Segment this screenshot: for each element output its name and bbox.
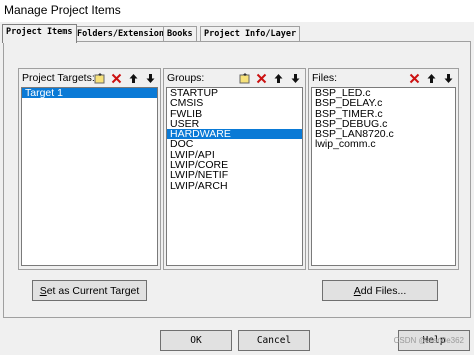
add-files-mnemonic: A	[353, 284, 361, 297]
project-targets-label: Project Targets:	[22, 72, 95, 84]
move-up-icon[interactable]	[271, 71, 286, 86]
move-down-icon[interactable]	[143, 71, 158, 86]
tab-project-items[interactable]: Project Items	[2, 24, 77, 43]
set-as-current-target-button[interactable]: Set as Current Target	[32, 280, 147, 301]
project-targets-toolbar	[90, 71, 158, 86]
delete-icon[interactable]	[109, 71, 124, 86]
files-list[interactable]: BSP_LED.c BSP_DELAY.c BSP_TIMER.c BSP_DE…	[311, 87, 456, 266]
ok-button[interactable]: OK	[160, 330, 232, 351]
files-label: Files:	[312, 72, 338, 84]
set-target-mnemonic: S	[39, 284, 47, 297]
project-targets-list[interactable]: Target 1	[21, 87, 158, 266]
groups-group: Groups: STARTUP CMSIS FWLIB USER HARDWAR…	[163, 68, 306, 270]
list-item[interactable]: LWIP/ARCH	[167, 180, 302, 191]
list-item[interactable]: Target 1	[22, 88, 157, 98]
tab-books[interactable]: Books	[163, 26, 197, 42]
move-down-icon[interactable]	[441, 71, 456, 86]
move-up-icon[interactable]	[424, 71, 439, 86]
project-targets-group: Project Targets: Target 1	[18, 68, 161, 270]
cancel-button[interactable]: Cancel	[238, 330, 310, 351]
add-files-label: dd Files...	[360, 284, 407, 297]
files-group: Files: BSP_LED.c BSP_DELAY.c BSP_TIMER.c…	[308, 68, 459, 270]
tab-project-info-layer[interactable]: Project Info/Layer	[200, 26, 301, 42]
move-up-icon[interactable]	[126, 71, 141, 86]
groups-label: Groups:	[167, 72, 205, 84]
delete-icon[interactable]	[254, 71, 269, 86]
files-toolbar	[405, 71, 456, 86]
new-icon[interactable]	[237, 71, 252, 86]
delete-icon[interactable]	[407, 71, 422, 86]
groups-toolbar	[235, 71, 303, 86]
add-files-button[interactable]: Add Files...	[322, 280, 438, 301]
move-down-icon[interactable]	[288, 71, 303, 86]
watermark-text: CSDN @alan0e362	[393, 336, 464, 345]
title-bar: Manage Project Items	[0, 0, 474, 22]
list-item[interactable]: lwip_comm.c	[312, 139, 455, 150]
window-title: Manage Project Items	[4, 3, 121, 17]
set-target-label: et as Current Target	[46, 284, 140, 297]
tab-folders-extensions[interactable]: Folders/Extensions	[73, 26, 174, 42]
new-icon[interactable]	[92, 71, 107, 86]
groups-list[interactable]: STARTUP CMSIS FWLIB USER HARDWARE DOC LW…	[166, 87, 303, 266]
